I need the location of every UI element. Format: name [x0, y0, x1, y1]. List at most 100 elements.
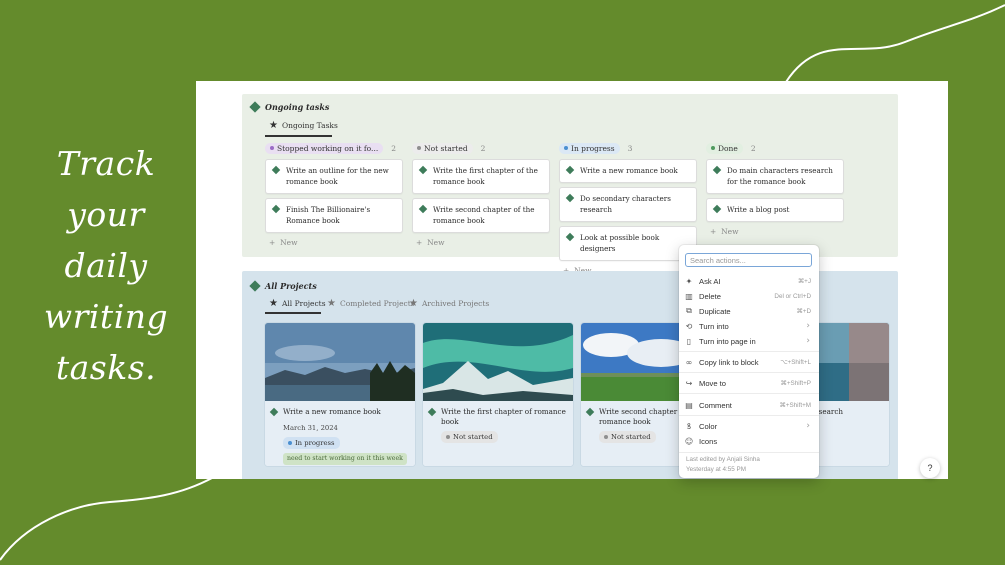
tab-all-projects[interactable]: ★ All Projects [269, 298, 326, 309]
diamond-icon [565, 232, 575, 242]
menu-item-turn-into-page-in[interactable]: ▯ Turn into page in › [679, 334, 819, 348]
task-title: Write a blog post [727, 205, 790, 214]
status-badge[interactable]: Done [706, 142, 743, 154]
active-tab-underline [265, 135, 332, 137]
promo-line: daily [64, 246, 148, 285]
project-card-body: Write a new romance book March 31, 2024 … [265, 401, 415, 466]
menu-item-copy-link[interactable]: ∞ Copy link to block ⌥+Shift+L [679, 355, 819, 369]
tab-label: Archived Projects [421, 299, 490, 308]
status-dot [604, 435, 608, 439]
chevron-right-icon: › [806, 321, 810, 331]
project-card[interactable]: Write the first chapter of romance book … [423, 323, 573, 466]
menu-item-move-to[interactable]: ↪ Move to ⌘+Shift+P [679, 376, 819, 390]
status-badge[interactable]: Stopped working on it fo... [265, 142, 384, 154]
task-card[interactable]: Do secondary characters research [559, 187, 697, 222]
menu-item-ask-ai[interactable]: ✦ Ask AI ⌘+J [679, 274, 819, 288]
menu-divider [679, 372, 819, 373]
menu-item-delete[interactable]: ▥ Delete Del or Ctrl+D [679, 289, 819, 303]
column-count: 2 [391, 143, 396, 153]
tab-completed-projects[interactable]: ★ Completed Projects [327, 298, 415, 309]
column-count: 2 [480, 143, 486, 153]
diamond-icon [427, 407, 437, 417]
status-badge[interactable]: In progress [559, 142, 620, 154]
trash-icon: ▥ [685, 291, 693, 301]
cover-image-aurora [423, 323, 573, 401]
tab-ongoing-tasks[interactable]: ★ Ongoing Tasks [269, 120, 338, 131]
project-date: March 31, 2024 [283, 424, 338, 432]
chevron-right-icon: › [806, 336, 810, 346]
decorative-curve-bottom-left [0, 477, 213, 561]
diamond-icon [249, 101, 261, 113]
menu-item-icons[interactable]: ☺ Icons [679, 434, 819, 448]
tab-label: Completed Projects [339, 299, 415, 308]
task-title: Write second chapter of the romance book [433, 205, 535, 225]
project-title: Write a new romance book [283, 407, 381, 416]
menu-item-duplicate[interactable]: ⧉ Duplicate ⌘+D [679, 304, 819, 318]
color-icon: ꝸ [686, 421, 692, 431]
diamond-icon [418, 165, 428, 175]
tab-label: Ongoing Tasks [281, 121, 338, 130]
chevron-right-icon: › [806, 421, 810, 431]
menu-item-label: Copy link to block [699, 357, 759, 367]
status-badge[interactable]: Not started [412, 142, 473, 154]
section-title[interactable]: Ongoing tasks [265, 102, 329, 112]
task-card[interactable]: Write a new romance book [559, 159, 697, 183]
status-label: Done [718, 143, 738, 153]
task-card[interactable]: Look at possible book designers [559, 226, 697, 261]
column-count: 3 [627, 143, 633, 153]
task-title: Write a new romance book [580, 166, 678, 175]
diamond-icon [271, 204, 281, 214]
diamond-icon [565, 193, 575, 203]
menu-item-shortcut: ⌘+Shift+P [780, 379, 811, 387]
notion-screenshot: Ongoing tasks ★ Ongoing Tasks Stopped wo… [196, 81, 948, 479]
menu-item-shortcut: Del or Ctrl+D [774, 292, 811, 300]
task-card[interactable]: Do main characters research for the roma… [706, 159, 844, 194]
new-card-button[interactable]: + New [706, 227, 844, 236]
menu-item-turn-into[interactable]: ⟲ Turn into › [679, 319, 819, 333]
task-card[interactable]: Write the first chapter of the romance b… [412, 159, 550, 194]
status-label: In progress [295, 439, 335, 447]
status-dot [564, 146, 568, 150]
column-header: In progress 3 [559, 142, 697, 154]
section-title[interactable]: All Projects [265, 281, 317, 291]
column-count: 2 [750, 143, 756, 153]
star-icon: ★ [269, 120, 278, 131]
board-column: Stopped working on it fo... 2 Write an o… [265, 142, 403, 247]
task-card[interactable]: Write a blog post [706, 198, 844, 222]
task-card[interactable]: Write an outline for the new romance boo… [265, 159, 403, 194]
star-icon: ★ [269, 298, 278, 309]
status-dot [270, 146, 274, 150]
status-dot [711, 146, 715, 150]
status-label: Stopped working on it fo... [277, 143, 379, 153]
new-card-button[interactable]: + New [265, 238, 403, 247]
task-card[interactable]: Finish The Billionaire's Romance book [265, 198, 403, 233]
status-dot [446, 435, 450, 439]
menu-item-label: Move to [699, 378, 727, 388]
last-edited-by: Last edited by Anjali Sinha [686, 456, 760, 463]
star-icon: ★ [409, 298, 418, 309]
task-title: Do secondary characters research [580, 194, 671, 214]
menu-item-label: Ask AI [699, 276, 721, 286]
new-card-button[interactable]: + New [412, 238, 550, 247]
menu-item-label: Duplicate [699, 306, 731, 316]
task-card[interactable]: Write second chapter of the romance book [412, 198, 550, 233]
tab-archived-projects[interactable]: ★ Archived Projects [409, 298, 489, 309]
menu-item-color[interactable]: ꝸ Color › [679, 419, 819, 433]
decorative-curve-top-right [785, 4, 1005, 83]
status-dot [288, 441, 292, 445]
new-label: New [427, 238, 445, 247]
search-actions-input[interactable]: Search actions... [685, 253, 812, 267]
promo-line: tasks. [55, 348, 157, 387]
status-badge: In progress [283, 437, 340, 449]
menu-item-shortcut: ⌘+Shift+M [779, 401, 812, 409]
column-header: Stopped working on it fo... 2 [265, 142, 403, 154]
active-tab-underline [265, 312, 321, 314]
help-button[interactable]: ? [920, 458, 940, 478]
menu-item-label: Turn into page in [699, 336, 756, 346]
menu-divider [679, 415, 819, 416]
block-actions-menu: Search actions... ✦ Ask AI ⌘+J ▥ Delete … [679, 245, 819, 478]
menu-item-comment[interactable]: ▤ Comment ⌘+Shift+M [679, 398, 819, 412]
project-card[interactable]: Write a new romance book March 31, 2024 … [265, 323, 415, 466]
diamond-icon [565, 165, 575, 175]
task-title: Look at possible book designers [580, 233, 660, 253]
